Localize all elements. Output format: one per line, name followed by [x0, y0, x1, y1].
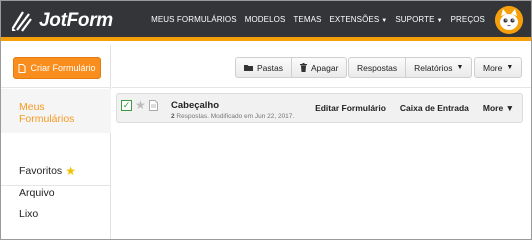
- chevron-down-icon: ▼: [436, 18, 443, 24]
- form-title[interactable]: Cabeçalho: [171, 100, 219, 111]
- nav-meus-formularios[interactable]: MEUS FORMULÁRIOS: [151, 15, 237, 24]
- form-more-button[interactable]: More ▼: [483, 103, 514, 113]
- sidebar-item-favoritos[interactable]: Favoritos ★: [19, 164, 76, 178]
- sidebar-item-meus-formularios[interactable]: Meus Formulários: [1, 89, 111, 133]
- chevron-down-icon: ▼: [505, 103, 514, 113]
- folder-icon: [244, 65, 253, 71]
- nav-extensoes[interactable]: EXTENSÕES ▼: [329, 15, 387, 24]
- jotform-logo[interactable]: JotForm: [9, 7, 113, 35]
- top-navigation-bar: JotForm MEUS FORMULÁRIOS MODELOS TEMAS E…: [1, 1, 531, 41]
- checkbox-checked-icon[interactable]: ✓: [121, 100, 132, 111]
- document-icon: [148, 100, 158, 111]
- form-meta: 2 Respostas. Modificado em Jun 22, 2017.: [171, 113, 294, 120]
- nav-modelos[interactable]: MODELOS: [245, 15, 286, 24]
- favorite-star-icon[interactable]: ★: [135, 99, 146, 111]
- sidebar-item-lixo[interactable]: Lixo: [19, 208, 38, 220]
- responses-reports-group: Respostas Relatórios ▼: [348, 57, 473, 78]
- cat-avatar-icon: [495, 6, 523, 34]
- form-list-item[interactable]: ✓ ★ Cabeçalho 2 Respostas. Modificado em…: [116, 93, 523, 123]
- chevron-down-icon: ▼: [381, 18, 388, 24]
- divider: [1, 87, 111, 88]
- sidebar: Criar Formulário Meus Formulários Favori…: [1, 45, 111, 239]
- main-nav: MEUS FORMULÁRIOS MODELOS TEMAS EXTENSÕES…: [151, 15, 485, 24]
- create-form-button[interactable]: Criar Formulário: [13, 57, 101, 79]
- create-form-label: Criar Formulário: [30, 63, 96, 73]
- trash-icon: [300, 63, 307, 72]
- inbox-button[interactable]: Caixa de Entrada: [400, 103, 469, 113]
- form-meta-text: Respostas. Modificado em Jun 22, 2017.: [174, 113, 295, 120]
- edit-form-button[interactable]: Editar Formulário: [315, 103, 386, 113]
- chevron-down-icon: ▼: [506, 64, 514, 71]
- sidebar-item-arquivo[interactable]: Arquivo: [19, 187, 55, 199]
- more-group: More ▼: [474, 57, 523, 78]
- jotform-logo-icon: [12, 11, 32, 32]
- user-avatar[interactable]: [495, 6, 523, 34]
- star-icon: ★: [65, 164, 76, 178]
- nav-precos[interactable]: PREÇOS: [451, 15, 485, 24]
- reports-button[interactable]: Relatórios ▼: [405, 58, 471, 77]
- folder-delete-group: Pastas Apagar: [235, 57, 348, 78]
- delete-button[interactable]: Apagar: [291, 58, 346, 77]
- divider: [1, 185, 111, 186]
- more-button[interactable]: More ▼: [475, 58, 521, 77]
- form-row-icons: ✓ ★: [121, 99, 158, 111]
- logo-text: JotForm: [39, 10, 113, 31]
- nav-temas[interactable]: TEMAS: [293, 15, 321, 24]
- chevron-down-icon: ▼: [456, 64, 464, 71]
- form-actions: Editar Formulário Caixa de Entrada More …: [315, 103, 514, 113]
- responses-button[interactable]: Respostas: [349, 58, 405, 77]
- divider: [112, 87, 531, 88]
- folders-button[interactable]: Pastas: [236, 58, 291, 77]
- nav-suporte[interactable]: SUPORTE ▼: [395, 15, 442, 24]
- new-form-icon: [18, 63, 26, 73]
